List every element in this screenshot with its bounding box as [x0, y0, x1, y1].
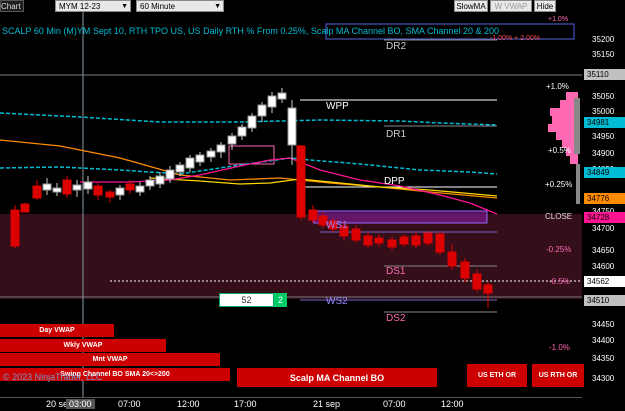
price-tag: 34981	[584, 117, 625, 128]
ws1-label: WS1	[326, 220, 348, 231]
time-label: 12:00	[177, 399, 200, 409]
up-candle	[277, 88, 287, 103]
up-candle	[72, 180, 82, 197]
time-label: 21 sep	[313, 399, 341, 409]
time-label-cursor: 03:00	[66, 399, 95, 409]
down-candle	[105, 190, 115, 203]
ws2-label: WS2	[326, 296, 348, 307]
price-tick: 35000	[592, 107, 615, 116]
chart-window: Chart MYM 12-23 ▼ 60 Minute ▼ SlowMA W V…	[0, 0, 625, 411]
price-tag: 34849	[584, 167, 625, 178]
up-candle	[206, 148, 216, 162]
wkly-vwap-button[interactable]: Wkly VWAP	[0, 339, 166, 352]
pct-close: CLOSE	[545, 212, 573, 221]
mnt-vwap-button[interactable]: Mnt VWAP	[0, 353, 220, 366]
ds2-label: DS2	[386, 313, 406, 324]
copyright: © 2023 NinjaTrader, LLC	[3, 372, 103, 382]
up-candle	[257, 102, 267, 122]
price-tag: 34510	[584, 295, 625, 306]
pct-plus-025: +0.25%	[545, 180, 573, 189]
top-partial-label: +1.0%	[548, 16, 569, 23]
price-tick: 34900	[592, 149, 615, 158]
price-tick: 34300	[592, 374, 615, 383]
dpp-label: DPP	[384, 176, 405, 187]
up-candle	[267, 92, 277, 113]
price-tick: 34450	[592, 320, 615, 329]
pct-plus-1: +1.0%	[546, 82, 569, 91]
down-candle	[308, 205, 318, 223]
ds1-label: DS1	[386, 266, 406, 277]
volume-profile-grey	[574, 98, 580, 204]
price-tag: 34776	[584, 193, 625, 204]
pct-minus-025: -0.25%	[546, 245, 572, 254]
up-candle	[247, 113, 257, 132]
session-range-band	[0, 214, 582, 299]
price-tick: 34400	[592, 336, 615, 345]
down-candle	[62, 176, 72, 198]
price-tag: 35110	[584, 69, 625, 80]
pct-plus-05: +0.5%	[548, 146, 571, 155]
time-label: 17:00	[234, 399, 257, 409]
up-candle	[216, 142, 226, 158]
time-label: 20 se	[46, 399, 69, 409]
volume-count: 2	[274, 293, 287, 307]
cyan-lower-channel	[0, 157, 498, 175]
time-label: 07:00	[118, 399, 141, 409]
tpo-box	[228, 145, 275, 165]
us-eth-or-button[interactable]: US ETH OR	[467, 364, 527, 387]
pct-minus-05: -0.5%	[549, 277, 570, 286]
price-tick: 35200	[592, 35, 615, 44]
up-candle	[83, 176, 93, 194]
top-right-partial-label: -1.00% + 2.00%	[490, 35, 541, 42]
time-label: 07:00	[383, 399, 406, 409]
up-candle	[287, 100, 297, 165]
price-tag: 34562	[584, 276, 625, 287]
down-candle	[435, 232, 445, 255]
down-candle	[460, 258, 470, 282]
pct-minus-1: -1.0%	[549, 343, 570, 352]
dr1-label: DR1	[386, 129, 407, 140]
down-candle	[296, 145, 306, 220]
up-candle	[237, 124, 247, 140]
up-candle	[42, 178, 52, 195]
us-rth-or-button[interactable]: US RTH OR	[532, 364, 584, 387]
scalp-channel-button[interactable]: Scalp MA Channel BO	[237, 368, 437, 387]
down-candle	[10, 205, 20, 248]
up-candle	[195, 152, 205, 166]
price-tick: 34350	[592, 354, 615, 363]
up-candle	[52, 183, 62, 196]
wpp-label: WPP	[326, 101, 349, 112]
price-tick: 34600	[592, 262, 615, 271]
down-candle	[20, 203, 30, 213]
up-candle	[185, 155, 195, 172]
chart-title: SCALP 60 Min (M)YM Sept 10, RTH TPO US, …	[2, 26, 500, 36]
price-tick: 35050	[592, 92, 615, 101]
time-label: 12:00	[441, 399, 464, 409]
day-vwap-button[interactable]: Day VWAP	[0, 324, 114, 337]
price-tick: 34650	[592, 246, 615, 255]
up-candle	[115, 185, 125, 200]
down-candle	[93, 183, 103, 200]
price-tick: 35150	[592, 50, 615, 59]
dr2-label: DR2	[386, 41, 407, 52]
price-tick: 34700	[592, 224, 615, 233]
price-tick: 34950	[592, 132, 615, 141]
price-tag: 34728	[584, 212, 625, 223]
up-candle	[135, 182, 145, 196]
up-candle	[155, 172, 165, 188]
volume-box: 52	[219, 293, 274, 307]
down-candle	[32, 180, 42, 200]
